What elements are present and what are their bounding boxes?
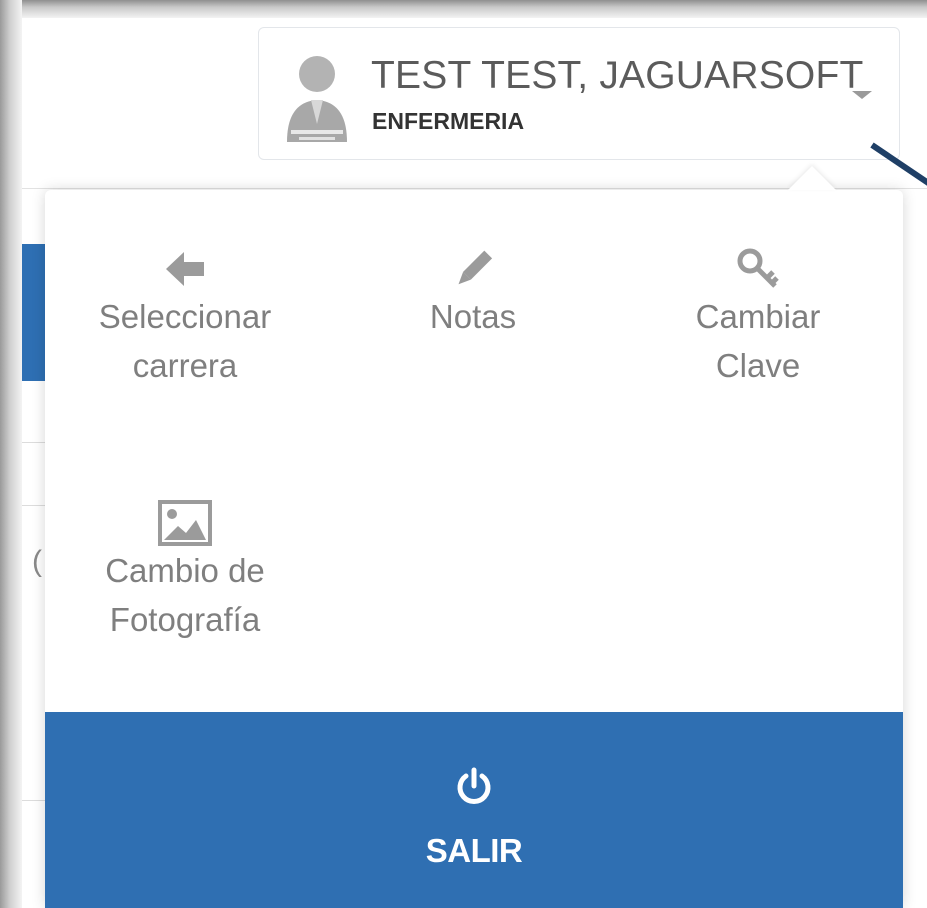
menu-item-label: Notas <box>429 298 517 335</box>
background-partial-text: ( <box>32 545 42 578</box>
user-avatar-icon <box>287 56 347 142</box>
key-icon <box>737 248 779 288</box>
logout-button[interactable]: SALIR <box>45 712 903 908</box>
window-frame-top <box>0 0 927 18</box>
menu-item-grades[interactable]: Notas <box>333 246 613 341</box>
menu-item-label: Fotografía <box>109 601 261 638</box>
window-frame-left <box>0 0 22 908</box>
dropdown-arrow <box>788 166 836 190</box>
image-icon <box>158 500 212 546</box>
caret-down-icon[interactable] <box>852 91 872 99</box>
menu-item-change-password[interactable]: Cambiar Clave <box>618 246 898 390</box>
arrow-left-icon <box>166 252 204 286</box>
pencil-icon <box>458 250 493 285</box>
user-name: TEST TEST, JAGUARSOFT <box>371 54 864 97</box>
user-role: ENFERMERIA <box>372 108 525 134</box>
menu-item-label: Cambio de <box>105 552 265 589</box>
menu-item-label: carrera <box>132 347 238 384</box>
logout-label: SALIR <box>425 832 523 869</box>
menu-item-select-career[interactable]: Seleccionar carrera <box>45 246 325 390</box>
power-icon <box>457 767 491 804</box>
user-menu-toggle[interactable]: TEST TEST, JAGUARSOFT ENFERMERIA <box>258 27 900 160</box>
menu-item-label: Clave <box>715 347 801 384</box>
menu-item-label: Seleccionar <box>98 298 272 335</box>
menu-item-change-photo[interactable]: Cambio de Fotografía <box>45 500 325 644</box>
menu-item-label: Cambiar <box>695 298 821 335</box>
